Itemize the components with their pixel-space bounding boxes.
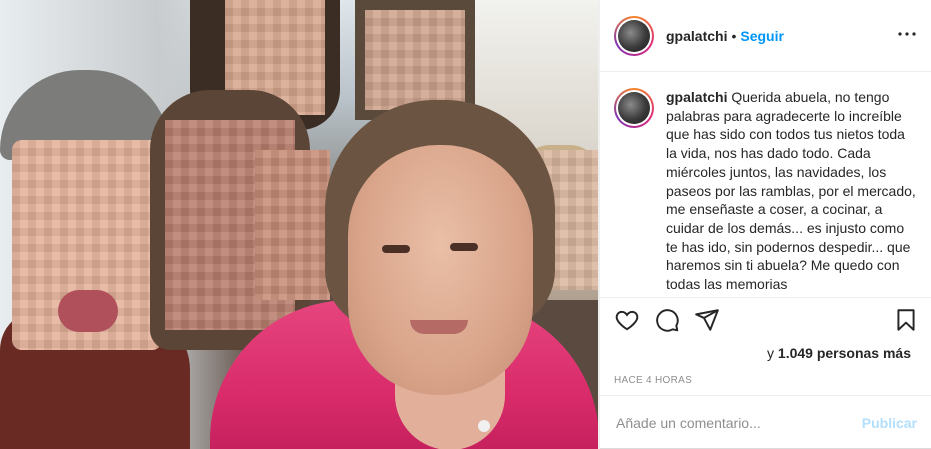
caption-body: Querida abuela, no tengo palabras para a…: [666, 89, 916, 293]
necklace-pendant: [478, 420, 490, 432]
add-comment-bar: Publicar: [600, 395, 931, 449]
pixelated-mouth: [58, 290, 118, 332]
grandmother-eye: [450, 243, 478, 251]
likes-count[interactable]: 1.049 personas más: [778, 345, 911, 361]
post-timestamp[interactable]: HACE 4 HORAS: [600, 367, 931, 395]
likes-prefix: y: [767, 345, 778, 361]
grandmother-smile: [410, 320, 468, 334]
action-bar: [600, 297, 931, 341]
post-photo[interactable]: [0, 0, 599, 449]
pixelated-face: [255, 150, 330, 300]
grandmother-eye: [382, 245, 410, 253]
instagram-post: gpalatchi • Seguir gpalatchi Querida abu…: [0, 0, 931, 449]
caption-text: gpalatchi Querida abuela, no tengo palab…: [666, 88, 916, 294]
caption: gpalatchi Querida abuela, no tengo palab…: [614, 88, 919, 294]
caption-username[interactable]: gpalatchi: [666, 89, 727, 105]
post-header: gpalatchi • Seguir: [600, 0, 931, 72]
avatar-image: [618, 19, 650, 52]
grandmother-face: [348, 145, 533, 395]
comments-area[interactable]: gpalatchi Querida abuela, no tengo palab…: [600, 72, 931, 297]
author-username[interactable]: gpalatchi: [666, 28, 727, 44]
avatar-border: [616, 17, 652, 54]
likes-summary[interactable]: y 1.049 personas más: [600, 341, 931, 367]
follow-button[interactable]: Seguir: [740, 28, 784, 44]
avatar-image: [618, 92, 650, 124]
comment-icon[interactable]: [654, 307, 680, 333]
heart-icon[interactable]: [614, 307, 640, 333]
pixelated-face: [365, 10, 465, 110]
avatar-border: [616, 90, 652, 126]
bookmark-icon[interactable]: [893, 307, 919, 333]
comment-input[interactable]: [614, 413, 862, 432]
share-icon[interactable]: [694, 307, 720, 333]
avatar[interactable]: [614, 88, 654, 128]
publish-button[interactable]: Publicar: [862, 415, 917, 431]
separator-dot: •: [731, 27, 737, 44]
more-options-icon[interactable]: [895, 22, 919, 49]
avatar[interactable]: [614, 15, 654, 56]
post-side-panel: gpalatchi • Seguir gpalatchi Querida abu…: [599, 0, 931, 449]
